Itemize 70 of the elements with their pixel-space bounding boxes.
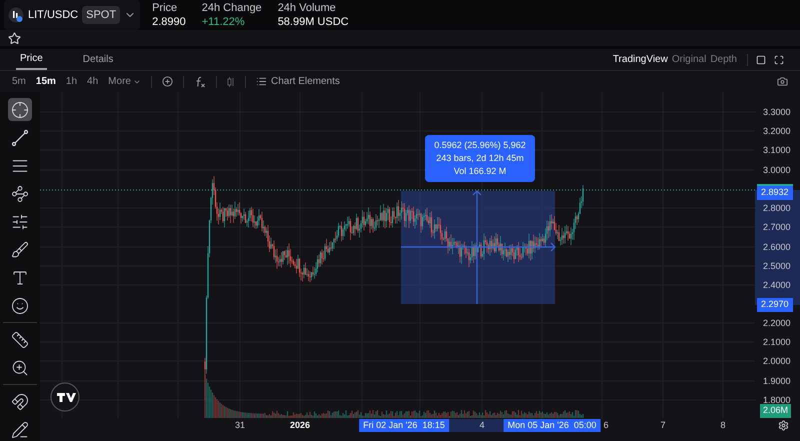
stat-label: 24h Change xyxy=(202,1,262,15)
stat-label: Price xyxy=(152,1,178,15)
price-axis-label: 2.6000 xyxy=(763,241,791,254)
stat-value: 2.8990 xyxy=(152,15,186,29)
price-axis-label: 2.5000 xyxy=(763,260,791,273)
price-axis-label: 3.3000 xyxy=(763,106,791,119)
candle-toggle-icon[interactable] xyxy=(226,76,235,88)
pair-selector[interactable]: LIT/USDC SPOT xyxy=(4,0,140,30)
time-axis-label: 4 xyxy=(480,419,484,432)
crosshair-icon xyxy=(11,100,29,118)
brush-icon xyxy=(11,240,29,258)
text-icon xyxy=(11,268,29,286)
view-mode-tab[interactable]: Original xyxy=(672,52,706,67)
trend-line-icon xyxy=(11,128,29,146)
zoom-in-icon xyxy=(11,358,29,376)
smiley-icon xyxy=(11,296,29,314)
price-axis-label: 2.4000 xyxy=(763,279,791,292)
nodes-icon xyxy=(11,184,29,202)
interval-button[interactable]: 4h xyxy=(87,74,98,89)
time-axis-label: 31 xyxy=(235,419,245,432)
time-axis-label: 8 xyxy=(720,419,726,432)
ruler-icon xyxy=(11,330,29,348)
price-marker: 2.2970 xyxy=(757,298,793,312)
measure-text: 0.5962 (25.96%) 5,962 xyxy=(434,139,526,152)
token-logo-icon xyxy=(8,7,24,23)
square-icon[interactable] xyxy=(756,54,766,64)
tab[interactable]: Price xyxy=(16,49,47,70)
pencil-icon xyxy=(11,420,29,438)
price-axis-label: 1.8000 xyxy=(763,394,791,406)
view-mode-tab[interactable]: Depth xyxy=(710,52,737,67)
function-icon[interactable] xyxy=(194,76,206,88)
camera-icon[interactable] xyxy=(777,76,788,87)
price-axis-label: 2.2000 xyxy=(763,317,791,330)
pair-name: LIT/USDC xyxy=(28,8,78,23)
volume-marker: 2.06M xyxy=(760,404,792,418)
more-dropdown[interactable]: More xyxy=(108,74,141,89)
measure-text: 243 bars, 2d 12h 45m xyxy=(436,152,524,165)
fullscreen-icon[interactable] xyxy=(774,54,784,64)
time-axis-label: 2026 xyxy=(290,419,310,432)
price-axis-label: 1.9000 xyxy=(763,375,791,388)
measure-text: Vol 166.92 M xyxy=(454,165,506,178)
time-axis-label: 7 xyxy=(660,419,666,432)
price-axis-label: 3.0000 xyxy=(763,164,791,177)
favorite-star-icon[interactable] xyxy=(8,32,21,44)
stat-label: 24h Volume xyxy=(278,1,337,15)
view-mode-tab[interactable]: TradingView xyxy=(612,52,668,67)
stat-value: 58.99M USDC xyxy=(278,15,349,29)
price-axis-label: 3.2000 xyxy=(763,125,791,138)
price-axis-label: 2.8000 xyxy=(763,202,791,215)
sliders-icon xyxy=(11,212,29,230)
time-marker: Fri 02 Jan '26 18:15 xyxy=(359,419,449,432)
interval-button[interactable]: 1h xyxy=(66,74,78,89)
time-marker: Mon 05 Jan '26 05:00 xyxy=(504,419,600,432)
interval-button[interactable]: 5m xyxy=(12,74,26,89)
settings-icon[interactable] xyxy=(778,420,789,431)
stat-value: +11.22% xyxy=(202,15,246,29)
chart-elements-button[interactable]: Chart Elements xyxy=(256,74,340,89)
drawing-tool-button[interactable] xyxy=(8,98,32,121)
add-indicator-icon[interactable] xyxy=(162,76,173,87)
price-axis-label: 2.0000 xyxy=(763,355,791,368)
time-axis-label: 6 xyxy=(604,419,608,432)
tradingview-logo-icon xyxy=(50,382,80,412)
price-axis-label: 3.1000 xyxy=(763,144,791,157)
market-type-tag: SPOT xyxy=(82,6,120,24)
price-axis-label: 2.7000 xyxy=(763,221,791,234)
interval-button[interactable]: 15m xyxy=(36,74,56,89)
price-axis-label: 2.1000 xyxy=(763,336,791,349)
tab[interactable]: Details xyxy=(78,49,118,70)
price-marker: 2.8932 xyxy=(757,184,793,200)
magnet-icon xyxy=(11,392,29,410)
